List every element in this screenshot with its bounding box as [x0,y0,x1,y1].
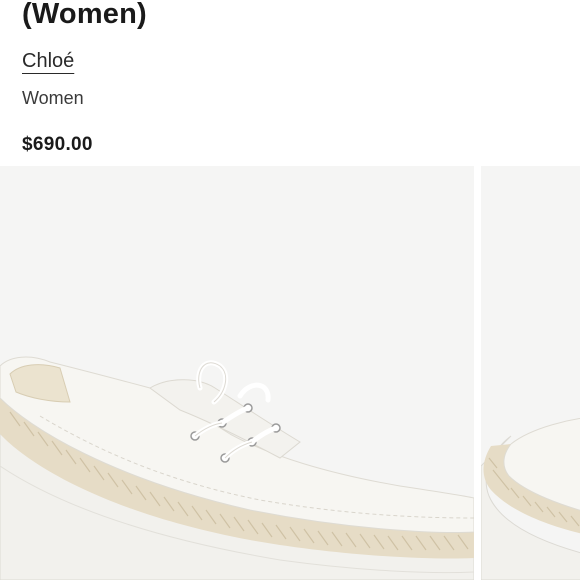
product-image-next[interactable] [481,166,580,580]
sneaker-illustration [0,356,474,580]
product-title: (Women) [22,0,147,30]
sneaker-illustration-partial [481,417,580,580]
product-category: Women [22,88,84,108]
product-price: $690.00 [22,134,93,155]
image-gallery[interactable] [0,166,580,580]
product-image-main[interactable] [0,166,474,580]
brand-link[interactable]: Chloé [22,48,74,74]
